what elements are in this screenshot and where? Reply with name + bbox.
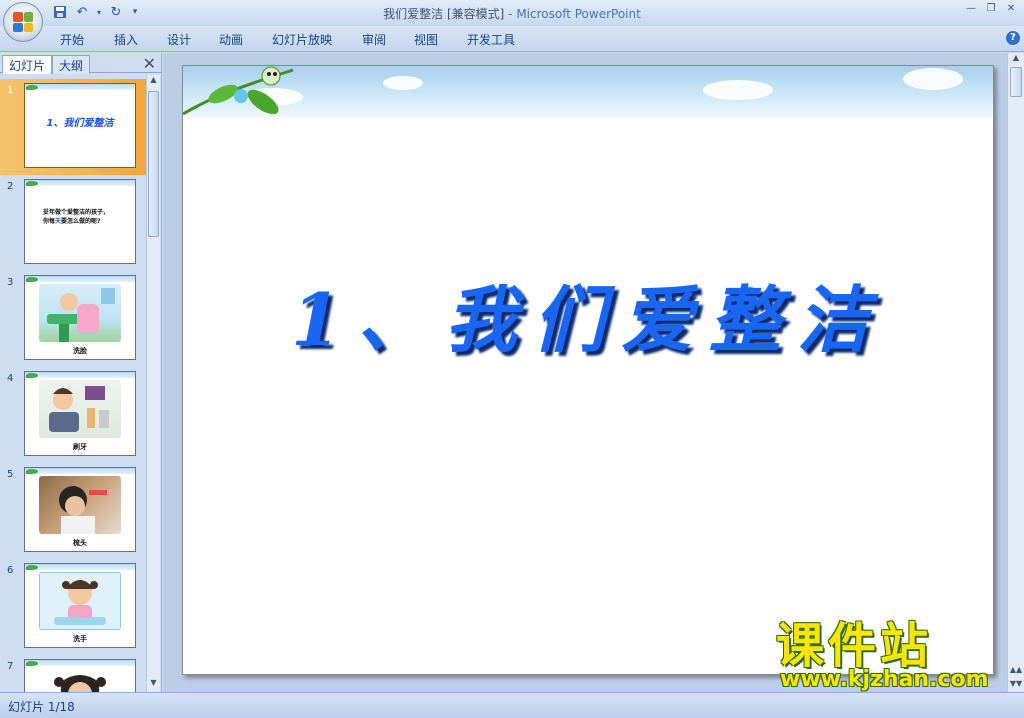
thumbnail-title: 1、我们爱整洁 <box>46 118 114 129</box>
slide-count-status: 幻灯片 1/18 <box>8 700 75 714</box>
title-bar: ↶ ▾ ↻ ▾ 我们爱整洁 [兼容模式] - Microsoft PowerPo… <box>0 0 1024 26</box>
leaf-decoration <box>26 661 38 666</box>
close-pane-icon[interactable]: ✕ <box>143 54 156 73</box>
washing-hands-illustration <box>39 572 121 630</box>
minimize-button[interactable]: — <box>962 2 980 16</box>
window-controls: — ❐ ✕ <box>962 2 1020 16</box>
slide-number: 1 <box>7 85 14 96</box>
tab-animations[interactable]: 动画 <box>219 31 243 48</box>
slide-number: 6 <box>7 565 14 576</box>
tab-review[interactable]: 审阅 <box>362 31 386 48</box>
slide-thumbnail-1[interactable]: 1 1、我们爱整洁 <box>0 79 146 175</box>
window-title: 我们爱整洁 [兼容模式] - Microsoft PowerPoint <box>0 5 1024 22</box>
restore-button[interactable]: ❐ <box>982 2 1000 16</box>
slide-number: 3 <box>7 277 14 288</box>
slide-preview: 1、我们爱整洁 <box>24 83 136 168</box>
slide-preview: 妥年做个爱整洁的孩子， 你每天要怎么做的呢? <box>24 179 136 264</box>
slide-thumbnail-list: 1 1、我们爱整洁 2 妥年做个爱整洁的孩子， 你每天要怎么做的呢? 3 洗脸 … <box>0 75 146 692</box>
slide-thumbnail-7[interactable]: 7 <box>0 655 146 692</box>
slide-preview: 洗脸 <box>24 275 136 360</box>
document-title: 我们爱整洁 [兼容模式] <box>383 7 505 21</box>
slide-preview: 梳头 <box>24 467 136 552</box>
scrollbar-thumb[interactable] <box>1010 67 1022 97</box>
slide-number: 5 <box>7 469 14 480</box>
combing-hair-photo <box>39 476 121 534</box>
tab-developer[interactable]: 开发工具 <box>467 31 515 48</box>
office-button[interactable] <box>3 2 43 42</box>
slide-number: 4 <box>7 373 14 384</box>
watermark-url: www.kjzhan.com <box>780 667 989 692</box>
watermark-title: 课件站 <box>776 618 933 674</box>
leaf-decoration <box>26 277 38 282</box>
leaf-decoration <box>26 565 38 570</box>
leaf-decoration-icon <box>183 66 294 116</box>
scroll-up-icon[interactable]: ▲ <box>147 75 160 89</box>
leaf-decoration <box>26 373 38 378</box>
tab-design[interactable]: 设计 <box>167 31 191 48</box>
scroll-down-icon[interactable]: ▼ <box>147 678 160 692</box>
scrollbar-thumb[interactable] <box>148 91 159 237</box>
ribbon-tabs: 开始 插入 设计 动画 幻灯片放映 审阅 视图 开发工具 ? <box>0 26 1024 52</box>
main-scrollbar[interactable]: ▲ ▲▲ ▼▼ <box>1007 53 1024 692</box>
slide-editing-area: 1、我们爱整洁 <box>163 53 1007 692</box>
tab-insert[interactable]: 插入 <box>114 31 138 48</box>
pane-tabs: 幻灯片 大纲 ✕ <box>0 53 162 74</box>
watermark: 课件站 www.kjzhan.com <box>776 620 1016 692</box>
washing-face-illustration <box>39 284 121 342</box>
slide-thumbnail-4[interactable]: 4 刷牙 <box>0 367 146 463</box>
slide-preview: 刷牙 <box>24 371 136 456</box>
slide-thumbnail-2[interactable]: 2 妥年做个爱整洁的孩子， 你每天要怎么做的呢? <box>0 175 146 271</box>
slide-thumbnail-3[interactable]: 3 洗脸 <box>0 271 146 367</box>
leaf-decoration <box>26 469 38 474</box>
slide-preview: 洗手 <box>24 563 136 648</box>
thumbnail-caption: 洗手 <box>73 635 87 643</box>
tab-outline[interactable]: 大纲 <box>52 55 91 74</box>
brushing-teeth-illustration <box>39 380 121 438</box>
slides-pane-scrollbar[interactable]: ▲ ▼ <box>146 75 160 692</box>
slide-preview <box>24 659 136 692</box>
tab-slides[interactable]: 幻灯片 <box>2 55 53 74</box>
thumbnail-text: 妥年做个爱整洁的孩子， 你每天要怎么做的呢? <box>43 209 110 225</box>
tab-home[interactable]: 开始 <box>60 31 84 48</box>
tab-slide-show[interactable]: 幻灯片放映 <box>272 31 332 48</box>
tab-view[interactable]: 视图 <box>414 31 438 48</box>
scroll-up-icon[interactable]: ▲ <box>1008 53 1024 62</box>
slide-title[interactable]: 1、我们爱整洁 <box>183 261 993 366</box>
close-button[interactable]: ✕ <box>1002 2 1020 16</box>
leaf-decoration <box>26 181 38 186</box>
slides-pane: 幻灯片 大纲 ✕ 1 1、我们爱整洁 2 妥年做个爱整洁的孩子， 你每天要怎么做… <box>0 53 162 692</box>
help-icon[interactable]: ? <box>1006 31 1020 45</box>
slide-number: 7 <box>7 661 14 672</box>
slide-number: 2 <box>7 181 14 192</box>
thumbnail-caption: 刷牙 <box>73 443 87 451</box>
status-bar: 幻灯片 1/18 <box>0 692 1024 718</box>
slide-thumbnail-5[interactable]: 5 梳头 <box>0 463 146 559</box>
leaf-decoration <box>26 85 38 90</box>
application-name: - Microsoft PowerPoint <box>504 7 641 21</box>
girl-illustration <box>39 668 121 692</box>
office-logo-icon <box>13 12 33 32</box>
slide-thumbnail-6[interactable]: 6 洗手 <box>0 559 146 655</box>
thumbnail-caption: 洗脸 <box>73 347 87 355</box>
thumbnail-caption: 梳头 <box>73 539 87 547</box>
current-slide[interactable]: 1、我们爱整洁 <box>182 65 994 675</box>
